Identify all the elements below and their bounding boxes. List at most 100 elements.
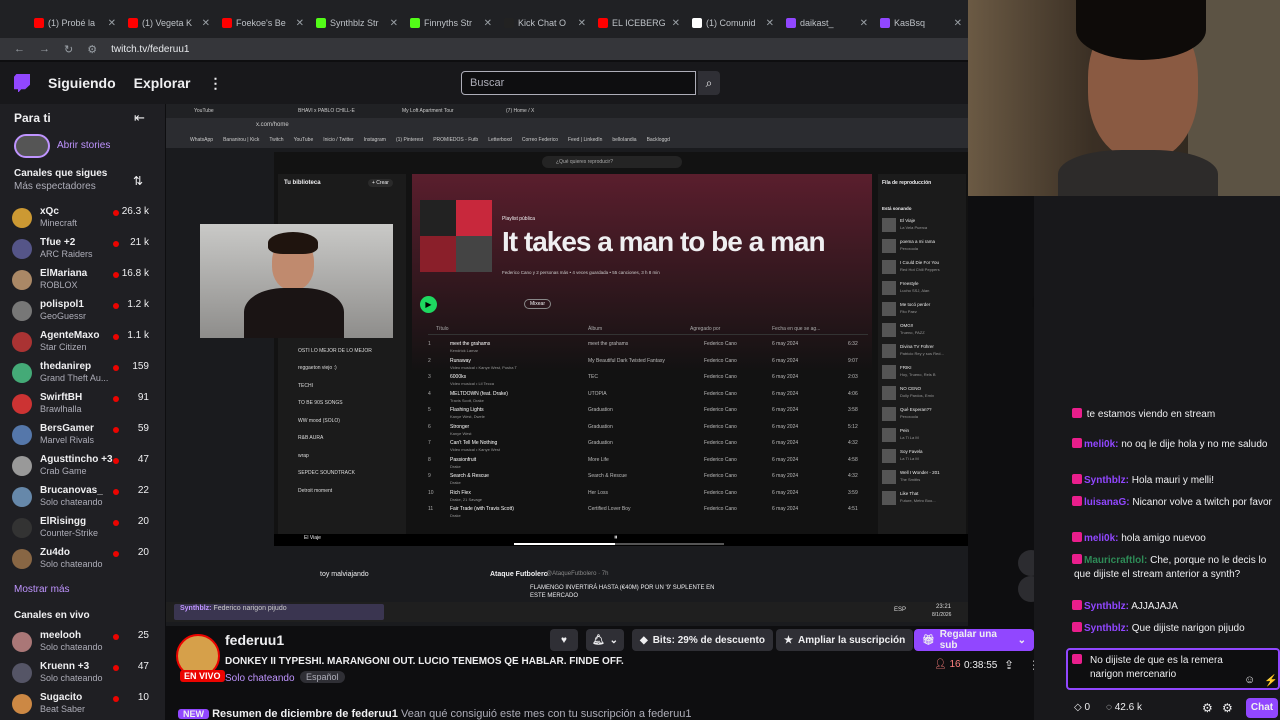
- show-more-link[interactable]: Mostrar más: [14, 584, 70, 595]
- sidebar-channel[interactable]: ElRisingg Counter-Strike 20: [0, 516, 165, 546]
- tab-favicon-icon: [786, 18, 796, 28]
- open-stories-link[interactable]: Abrir stories: [57, 140, 110, 151]
- chat-username[interactable]: luisanaG:: [1084, 497, 1130, 508]
- stories-avatars[interactable]: [14, 134, 50, 158]
- live-dot-icon: [113, 551, 119, 557]
- language-tag[interactable]: Español: [300, 671, 345, 683]
- forward-icon[interactable]: →: [39, 43, 50, 55]
- search-button[interactable]: ⌕: [698, 71, 720, 95]
- bits-discount-button[interactable]: ◆ Bits: 29% de descuento: [632, 629, 773, 651]
- chat-username[interactable]: Synthblz:: [1084, 475, 1129, 486]
- recap-banner[interactable]: NEW Resumen de diciembre de federuu1 Vea…: [178, 708, 1018, 720]
- sub-badge-icon: [1072, 438, 1082, 448]
- reload-icon[interactable]: ↻: [64, 43, 73, 56]
- toast-user: Synthblz:: [180, 605, 212, 612]
- tab-close-icon[interactable]: ✕: [766, 18, 774, 29]
- site-info-icon[interactable]: ⚙: [87, 43, 97, 56]
- follow-button[interactable]: ♥: [550, 629, 578, 651]
- twitch-logo-icon[interactable]: [14, 74, 30, 92]
- queue-art: [882, 470, 896, 484]
- extend-sub-button[interactable]: ★ Ampliar la suscripción: [776, 629, 914, 651]
- queue-art: [882, 428, 896, 442]
- track-len: 9:07: [848, 357, 858, 364]
- sidebar-channel[interactable]: polispol1 GeoGuessr 1.2 k: [0, 299, 165, 329]
- bits-balance[interactable]: ◇ 0: [1074, 702, 1090, 713]
- stream-category[interactable]: Solo chateando: [225, 673, 295, 684]
- search-input[interactable]: Buscar: [461, 71, 696, 95]
- inner-tab: (7) Home / X: [506, 108, 535, 114]
- browser-tab[interactable]: (1) Comunid ✕: [686, 8, 780, 38]
- sidebar-channel[interactable]: Sugacito Beat Saber 10: [0, 692, 165, 720]
- sidebar-channel[interactable]: SwirftBH Brawlhalla 91: [0, 392, 165, 422]
- channel-name[interactable]: federuu1: [225, 632, 284, 648]
- browser-tab[interactable]: daikast_ ✕: [780, 8, 874, 38]
- share-icon[interactable]: ⇪: [1004, 658, 1014, 672]
- sidebar-channel[interactable]: ElMariana ROBLOX 16.8 k: [0, 268, 165, 298]
- tab-close-icon[interactable]: ✕: [578, 18, 586, 29]
- browser-tab[interactable]: (1) Probé la ✕: [28, 8, 122, 38]
- tab-close-icon[interactable]: ✕: [296, 18, 304, 29]
- browse-link[interactable]: Explorar: [134, 75, 191, 91]
- chat-username[interactable]: Synthblz:: [1084, 623, 1129, 634]
- track-by: Federico Cano: [704, 440, 737, 446]
- tab-close-icon[interactable]: ✕: [202, 18, 210, 29]
- settings-icon[interactable]: ⚙: [1222, 701, 1233, 715]
- chat-username[interactable]: Synthblz:: [1084, 601, 1129, 612]
- create-button: + Crear: [368, 179, 393, 187]
- bookmark: Letterboxd: [488, 137, 512, 143]
- col-title: Título: [436, 326, 449, 332]
- chat-message: te estamos viendo en stream: [1034, 408, 1280, 422]
- browser-tab[interactable]: Foekoe's Be ✕: [216, 8, 310, 38]
- queue-title: Well I Wonder - 201: [900, 470, 940, 475]
- tab-close-icon[interactable]: ✕: [860, 18, 868, 29]
- tab-label: EL ICEBERG: [612, 18, 666, 28]
- chat-input[interactable]: No dijiste de que es la remera narigon m…: [1066, 648, 1280, 690]
- chat-username[interactable]: meli0k:: [1084, 533, 1118, 544]
- tab-close-icon[interactable]: ✕: [672, 18, 680, 29]
- spotify-window: ¿Qué quieres reproducir? Tu biblioteca +…: [274, 152, 968, 546]
- sidebar-channel[interactable]: Kruenn +3 Solo chateando 47: [0, 661, 165, 691]
- browser-tab[interactable]: Synthblz Str ✕: [310, 8, 404, 38]
- emote-icon[interactable]: ☺: [1244, 674, 1255, 686]
- chat-username[interactable]: meli0k:: [1084, 439, 1118, 450]
- playlist-cover: [420, 200, 492, 272]
- sidebar-channel[interactable]: Tfue +2 ARC Raiders 21 k: [0, 237, 165, 267]
- track-t: Rich Flex: [450, 489, 471, 496]
- tab-label: KasBsq: [894, 18, 926, 28]
- gift-icon[interactable]: ⚙: [1202, 701, 1213, 715]
- sidebar-channel[interactable]: Zu4do Solo chateando 20: [0, 547, 165, 577]
- sidebar-channel[interactable]: meelooh Solo chateando 25: [0, 630, 165, 660]
- video-player[interactable]: YouTube BHAVI x PABLO CHILL-E My Loft Apar…: [166, 104, 1044, 626]
- tab-close-icon[interactable]: ✕: [390, 18, 398, 29]
- sidebar-channel[interactable]: BersGamer Marvel Rivals 59: [0, 423, 165, 453]
- sort-icon[interactable]: ⇅: [133, 174, 143, 188]
- track-row: 10 Rich Flex Drake, 21 Savage Her Loss Feder…: [428, 489, 868, 506]
- collapse-sidebar-icon[interactable]: ⇤: [134, 110, 145, 126]
- browser-tab[interactable]: (1) Vegeta K ✕: [122, 8, 216, 38]
- sidebar-channel[interactable]: xQc Minecraft 26.3 k: [0, 206, 165, 236]
- tab-favicon-icon: [222, 18, 232, 28]
- more-menu-icon[interactable]: ⋮: [208, 75, 222, 92]
- track-len: 4:32: [848, 473, 858, 479]
- sidebar-channel[interactable]: thedanirep Grand Theft Au... 159: [0, 361, 165, 391]
- sidebar-channel[interactable]: Brucanovas_ Solo chateando 22: [0, 485, 165, 515]
- browser-tab[interactable]: Finnyths Str ✕: [404, 8, 498, 38]
- tab-close-icon[interactable]: ✕: [108, 18, 116, 29]
- browser-tab[interactable]: Kick Chat O ✕: [498, 8, 592, 38]
- bits-icon[interactable]: ⚡: [1264, 674, 1278, 687]
- channel-points[interactable]: ◌ 42.6 k: [1106, 702, 1142, 713]
- following-link[interactable]: Siguiendo: [48, 75, 116, 91]
- gift-sub-button[interactable]: 🎁︎ Regalar una sub ⌄: [914, 629, 1034, 651]
- notifications-button[interactable]: 🔔︎ ⌄: [586, 629, 624, 651]
- tab-close-icon[interactable]: ✕: [954, 18, 962, 29]
- chat-username[interactable]: Mauricraftlol:: [1084, 555, 1147, 566]
- back-icon[interactable]: ←: [14, 43, 25, 55]
- browser-tab[interactable]: EL ICEBERG ✕: [592, 8, 686, 38]
- sidebar-channel[interactable]: AgenteMaxo Star Citizen 1.1 k: [0, 330, 165, 360]
- channel-viewers: 1.1 k: [127, 330, 149, 341]
- sidebar-channel[interactable]: Agusttincho +3 Crab Game 47: [0, 454, 165, 484]
- url-text[interactable]: twitch.tv/federuu1: [111, 44, 189, 55]
- tab-close-icon[interactable]: ✕: [484, 18, 492, 29]
- chat-send-button[interactable]: Chat: [1246, 698, 1278, 718]
- browser-tab[interactable]: KasBsq ✕: [874, 8, 968, 38]
